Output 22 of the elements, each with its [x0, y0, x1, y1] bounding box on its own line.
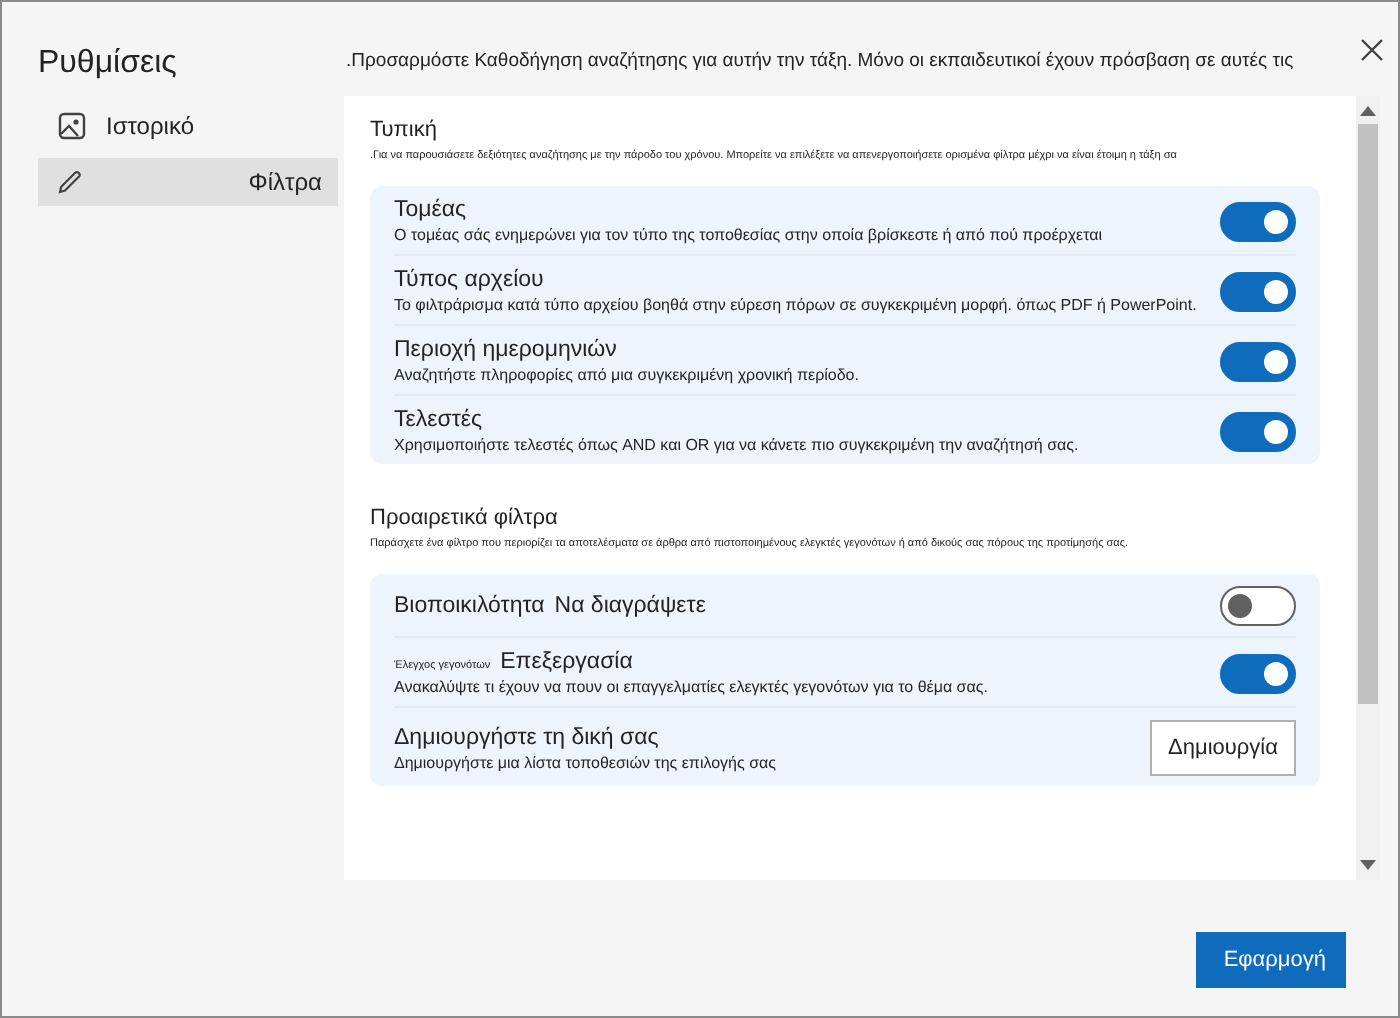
header-text: .Προσαρμόστε Καθοδήγηση αναζήτησης για αυτήν την τάξη. Μόνο οι εκπαιδευτικοί έχουν πρόσβαση σε αυτές τις [346, 50, 1294, 76]
filter-description: Χρησιμοποιήστε τελεστές όπως AND και OR για να κάνετε πιο συγκεκριμένη την αναζήτησή σας. [394, 436, 1079, 454]
section-title: Προαιρετικά φίλτρα [370, 506, 560, 530]
filter-title: Επεξεργασία [500, 650, 633, 674]
filter-title: Τελεστές [394, 408, 483, 432]
sidebar-title: Ρυθμίσεις [38, 46, 179, 82]
filter-description: Το φιλτράρισμα κατά τύπο αρχείου βοηθά στην εύρεση πόρων σε συγκεκριμένη μορφή. όπως PDF ή PowerPoint. [394, 296, 1197, 314]
apply-button[interactable]: Εφαρμογή [1195, 932, 1346, 988]
filter-title: Βιοποικιλότητα [394, 594, 545, 618]
filter-title: Δημιουργήστε τη δική σας [394, 725, 659, 749]
filter-description: Δημιουργήστε μια λίστα τοποθεσιών της επιλογής σας [394, 753, 776, 771]
sidebar-item[interactable]: Φίλτρα [38, 158, 338, 206]
filter-title: Τύπος αρχείου [394, 268, 544, 292]
filter-title: Τομέας [394, 198, 467, 222]
filter-description: Αναζητήστε πληροφορίες από μια συγκεκριμένη χρονική περίοδο. [394, 366, 859, 384]
filter-description: Ο τομέας σάς ενημερώνει για τον τύπο της τοποθεσίας στην οποία βρίσκεστε ή από πού προέρχεται [394, 226, 1103, 244]
filter-note: Να διαγράψετε [554, 594, 706, 618]
section-title: Τυπική [370, 118, 439, 142]
sidebar-item[interactable]: Ιστορικό [38, 102, 338, 150]
create-button[interactable]: Δημιουργία [1150, 720, 1296, 776]
filter-description: Ανακαλύψτε τι έχουν να πουν οι επαγγελματίες ελεγκτές γεγονότων για το θέμα σας. [394, 678, 988, 696]
filter-title: Περιοχή ημερομηνιών [394, 338, 617, 362]
